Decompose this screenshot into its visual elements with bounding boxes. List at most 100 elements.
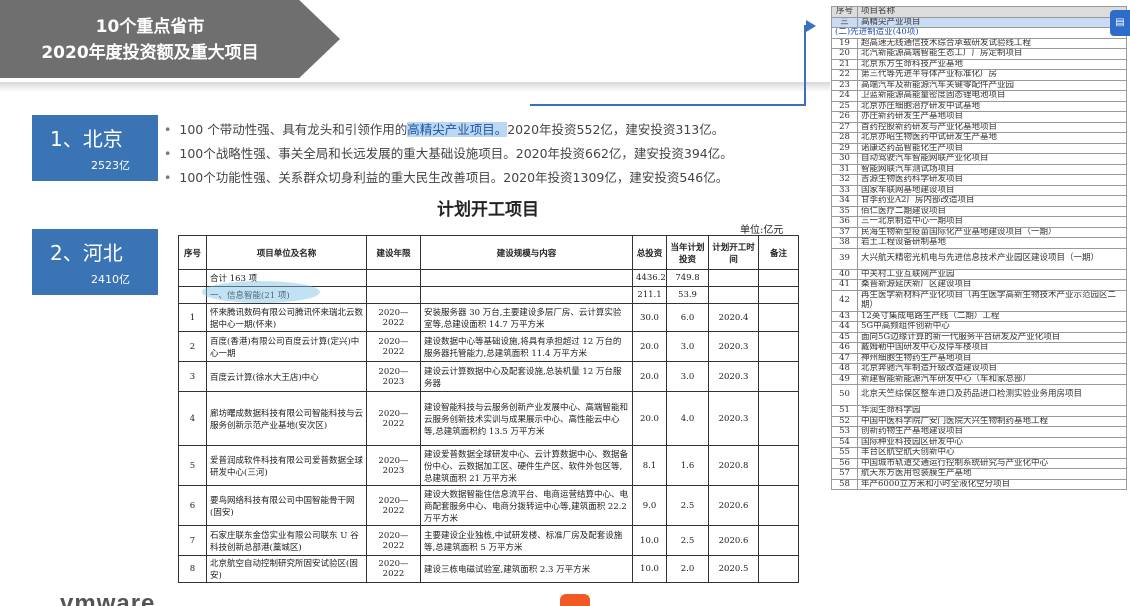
list-item[interactable]: 38 岩土工程设备研制基地 [831, 237, 1127, 249]
list-item-name: 北京亦昭生物医药中试研发生产基地 [857, 132, 1127, 144]
list-item-name: 高端汽车及新能源汽车关键零配件产业园 [857, 79, 1127, 91]
table-row: 4 廊坊曙成数据科技有限公司智能科技与云服务创新示范产业基地(安次区) 2020—2… [178, 391, 799, 446]
list-item[interactable]: 26 亦庄新药研发生产基地项目 [831, 111, 1127, 123]
title-banner: 10个重点省市 2020年度投资额及重大项目 [0, 0, 340, 78]
table-row: 8 北京航空自动控制研究所固安试验区(固安) 2020—2022 建设三栋电磁试验室,… [178, 555, 799, 583]
table-cell-year: 1.6 [666, 445, 709, 486]
list-item[interactable]: 29 诺康达药品智能化生产项目 [831, 142, 1127, 154]
document-icon[interactable]: ▤ [1110, 10, 1130, 36]
list-item[interactable]: 55 丰台区航空航天创新中心 [831, 447, 1127, 459]
table-cell-note [758, 485, 799, 526]
list-item[interactable]: 22 第三代等先进半导体产业标准化厂房 [831, 69, 1127, 81]
list-item-no: 35 [831, 205, 858, 217]
list-item-name: 桑普新源延庆新厂区建设项目 [857, 279, 1127, 291]
list-item[interactable]: 40 中关村工业互联网产业园 [831, 268, 1127, 280]
list-item-no: 53 [831, 426, 858, 438]
list-item-no: 28 [831, 132, 858, 144]
table-cell-years: 2020—2022 [366, 485, 421, 526]
list-item-name: 5G中高频组件创新中心 [857, 321, 1127, 333]
list-item[interactable]: 30 自动驾驶汽车智能网联产业化项目 [831, 153, 1127, 165]
col-header: 建设年限 [366, 235, 421, 270]
table-cell-scope: 主要建设企业独栋,中试研发楼、标准厂房及配套设施等,总建筑面积 5 万平方米 [420, 525, 633, 556]
beijing-bullets: 100 个带动性强、具有龙头和引领作用的高精尖产业项目。2020年投资552亿，… [164, 118, 804, 190]
list-item[interactable]: 52 中国中医科学院广安门医院大兴生物制药基地工程 [831, 415, 1127, 427]
table-cell-years: 2020—2022 [366, 525, 421, 556]
list-item[interactable]: 58 年产6000立方米和小时全液化空分项目 [831, 478, 1127, 490]
list-item-no: 45 [831, 331, 858, 343]
list-item[interactable]: 57 航天东方医用包装膜生产基地 [831, 468, 1127, 480]
table-cell-start: 2020.3 [708, 331, 759, 362]
list-selected-row[interactable]: 三 高精尖产业项目 [831, 16, 1127, 28]
table-cell-name: 百度(香港)有限公司百度云计算(定兴)中心一期 [206, 331, 367, 362]
list-item[interactable]: 50 北京天竺综保区整车进口及药品进口检测实验业务用房项目 [831, 384, 1127, 406]
bullet-item: 100 个带动性强、具有龙头和引领作用的高精尖产业项目。2020年投资552亿，… [164, 118, 804, 142]
list-item[interactable]: 21 北京东方生命科技产业基地 [831, 58, 1127, 70]
list-item-no: 29 [831, 142, 858, 154]
table-cell-total: 10.0 [632, 555, 667, 583]
list-item[interactable]: 44 5G中高频组件创新中心 [831, 321, 1127, 333]
table-cell-year: 4.0 [666, 391, 709, 446]
table-cell-no: 4 [178, 391, 207, 446]
list-item-name: 北京奔驰汽车制造升级改造建设项目 [857, 363, 1127, 375]
table-cell-note [758, 525, 799, 556]
list-item-no: 51 [831, 405, 858, 417]
list-item-name: 丰台区航空航天创新中心 [857, 447, 1127, 459]
table-cell-total: 20.0 [632, 391, 667, 446]
table-cell-scope: 安装服务器 30 万台,主要建设多层厂房、云计算实验室等,总建设面积 14.7 … [420, 303, 633, 332]
list-item[interactable]: 47 神州细胞生物药生产基地项目 [831, 352, 1127, 364]
list-item[interactable]: 46 戴姆勒中国研发中心及停车楼项目 [831, 342, 1127, 354]
province-name: 1、北京 [50, 127, 123, 151]
list-category: (二)先进制造业(40项) [831, 27, 1127, 39]
list-item[interactable]: 23 高端汽车及新能源汽车关键零配件产业园 [831, 79, 1127, 91]
table-cell-name: 石家庄联东金岱实业有限公司联东 U 谷科技创新总部港(藁城区) [206, 525, 367, 556]
list-item[interactable]: 56 中国城市轨道交通运行控制系统研究与产业化中心 [831, 457, 1127, 469]
table-cell-start: 2020.6 [708, 525, 759, 556]
list-item[interactable]: 24 卫蓝新能源高能量密度固态锂电池项目 [831, 90, 1127, 102]
list-item[interactable]: 51 华润生命科学园 [831, 405, 1127, 417]
list-item[interactable]: 20 北汽新能源高端智能生态工厂厂房定制项目 [831, 48, 1127, 60]
list-item[interactable]: 43 12英寸集成电路生产线（二期）工程 [831, 310, 1127, 322]
list-item[interactable]: 48 北京奔驰汽车制造升级改造建设项目 [831, 363, 1127, 375]
table-cell-note [758, 361, 799, 392]
list-item-name: 面向5G边缘计算的新一代服务平台研发及产业化项目 [857, 331, 1127, 343]
list-item[interactable]: 37 民海生物新型疫苗国际化产业基地建设项目（一期） [831, 226, 1127, 238]
col-header: 计划开工时间 [708, 235, 759, 270]
bullet-item: 100个战略性强、事关全局和长远发展的重大基础设施项目。2020年投资662亿，… [164, 142, 804, 166]
list-item[interactable]: 54 国际种业科技园区研发中心 [831, 436, 1127, 448]
list-item[interactable]: 36 三一北京制造中心一期项目 [831, 216, 1127, 228]
connector-line [804, 25, 806, 106]
list-item-no: 22 [831, 69, 858, 81]
list-item[interactable]: 35 佰仁医疗二期建设项目 [831, 205, 1127, 217]
table-cell-scope: 建设云计算数据中心及配套设施,总装机量 12 万台服务器 [420, 361, 633, 392]
table-cell-years: 2020—2022 [366, 391, 421, 446]
section-year: 53.9 [666, 286, 709, 304]
list-item[interactable]: 19 超高速无线通信技术综合承载研发试验线工程 [831, 37, 1127, 49]
table-cell-note [758, 445, 799, 486]
list-item[interactable]: 25 北京亦庄细胞治疗研发中试基地 [831, 100, 1127, 112]
table-cell-name: 爱普润成软件科技有限公司爱普数据全球研发中心(三河) [206, 445, 367, 486]
list-item-no: 41 [831, 279, 858, 291]
list-item-no: 58 [831, 478, 858, 490]
list-item-no: 26 [831, 111, 858, 123]
list-item[interactable]: 53 创新药物生产基地建设项目 [831, 426, 1127, 438]
list-item-no: 49 [831, 373, 858, 385]
list-item[interactable]: 28 北京亦昭生物医药中试研发生产基地 [831, 132, 1127, 144]
plan-table-title: 计划开工项目 [437, 200, 539, 220]
table-row: 2 百度(香港)有限公司百度云计算(定兴)中心一期 2020—2022 建设数据中心等… [178, 331, 799, 362]
list-item[interactable]: 42 再生医学新材料产业化项目（再生医学高新生物技术产业示范园区二期） [831, 289, 1127, 312]
table-cell-no: 2 [178, 331, 207, 362]
unit-label: 单位:亿元 [740, 225, 784, 236]
list-item[interactable]: 27 首药控股新药研发与产业化基地项目 [831, 121, 1127, 133]
list-item[interactable]: 39 大兴航天精密光机电与先进信息技术产业园区建设项目（一期） [831, 247, 1127, 270]
list-item[interactable]: 33 国家车联网基地建设项目 [831, 184, 1127, 196]
vmware-logo: vmware [60, 590, 156, 606]
list-item[interactable]: 31 智能网联汽车测试场项目 [831, 163, 1127, 175]
list-item[interactable]: 32 吉源生物医药科学研发项目 [831, 174, 1127, 186]
list-item[interactable]: 34 甘李药业A2厂房内部改造项目 [831, 195, 1127, 207]
table-cell-start: 2020.8 [708, 445, 759, 486]
list-item[interactable]: 41 桑普新源延庆新厂区建设项目 [831, 279, 1127, 291]
list-item-name: 创新药物生产基地建设项目 [857, 426, 1127, 438]
list-item[interactable]: 45 面向5G边缘计算的新一代服务平台研发及产业化项目 [831, 331, 1127, 343]
list-item[interactable]: 49 新建智能新能源汽车研发中心（车和家总部） [831, 373, 1127, 385]
list-item-name: 三一北京制造中心一期项目 [857, 216, 1127, 228]
